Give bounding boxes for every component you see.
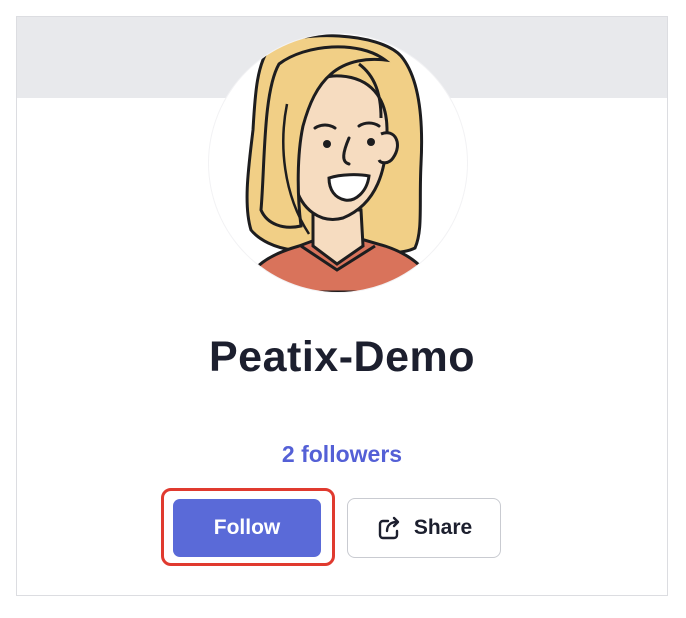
share-button[interactable]: Share xyxy=(347,498,501,558)
profile-card: Peatix-Demo 2 followers Follow Share xyxy=(16,16,668,596)
page-title: Peatix-Demo xyxy=(209,333,475,381)
followers-link[interactable]: 2 followers xyxy=(17,439,667,469)
avatar-illustration xyxy=(241,34,437,292)
avatar xyxy=(209,34,467,292)
share-button-label: Share xyxy=(413,516,473,539)
share-icon xyxy=(376,514,404,542)
follow-button[interactable]: Follow xyxy=(173,499,321,557)
